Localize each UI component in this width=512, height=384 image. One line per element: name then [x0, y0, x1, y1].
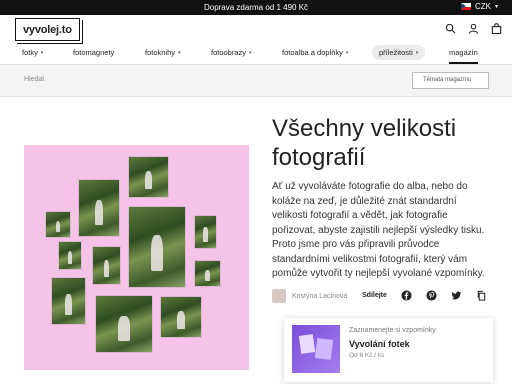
photo-thumbnail	[194, 260, 221, 287]
nav-item-label: fotoobrazy	[211, 48, 247, 57]
author[interactable]: Kristýna Lacinová	[272, 289, 347, 303]
product-promo-card[interactable]: Zaznamenejte si vzpomínky Vyvolání fotek…	[284, 318, 493, 382]
search-input[interactable]: Hledat	[24, 76, 44, 83]
share-bar: Sdílejte	[362, 290, 487, 301]
photo-thumbnail	[58, 241, 82, 270]
photo-thumbnail	[78, 179, 120, 237]
search-icon[interactable]	[445, 23, 456, 34]
article-description: Ať už vyvoláváte fotografie do alba, neb…	[272, 181, 485, 279]
photo-thumbnail	[92, 246, 121, 285]
photo-thumbnail	[128, 206, 186, 288]
nav-item-label: příležitosti	[379, 48, 413, 57]
nav-item-label: fotoknihy	[145, 48, 176, 57]
promo-price: Od 6 Kč / ks	[349, 352, 385, 359]
copy-link-icon[interactable]	[476, 290, 487, 301]
chevron-down-icon: ▾	[178, 49, 181, 56]
site-header: vyvolej.to	[0, 15, 512, 44]
chevron-down-icon: ▾	[494, 4, 498, 10]
pinterest-icon[interactable]	[426, 290, 437, 301]
facebook-icon[interactable]	[401, 290, 412, 301]
nav-item-fotky[interactable]: fotky ▾	[22, 48, 43, 57]
chevron-down-icon: ▾	[40, 49, 44, 56]
user-icon[interactable]	[468, 23, 479, 34]
magazine-subbar: Hledat Témata magazínu	[0, 65, 512, 97]
photo-thumbnail	[51, 277, 86, 325]
promo-title[interactable]: Vyvolání fotek	[349, 339, 410, 349]
nav-item-fotoknihy[interactable]: fotoknihy ▾	[145, 48, 181, 57]
avatar	[272, 289, 286, 303]
nav-item-fotomagnety[interactable]: fotomagnety	[73, 48, 114, 57]
photo-thumbnail	[45, 211, 71, 238]
nav-item-label: fotoalba a doplňky	[282, 48, 343, 57]
photo-thumbnail	[194, 215, 217, 249]
nav-item-magazin[interactable]: magazín	[449, 48, 478, 64]
nav-item-prilezitosti[interactable]: příležitosti ▾	[372, 45, 426, 60]
chevron-down-icon: ▾	[415, 49, 419, 56]
currency-selector[interactable]: CZK ▾	[460, 2, 498, 11]
nav-item-label: fotky	[22, 48, 38, 57]
promo-subtitle: Zaznamenejte si vzpomínky	[349, 327, 436, 334]
hero-image	[24, 145, 249, 370]
page-title: Všechny velikosti fotografií	[272, 115, 457, 171]
twitter-icon[interactable]	[451, 290, 462, 301]
czech-flag-icon	[460, 3, 471, 10]
currency-label: CZK	[474, 2, 491, 11]
chevron-down-icon: ▾	[345, 49, 349, 56]
nav-item-fotoalba[interactable]: fotoalba a doplňky ▾	[282, 48, 348, 57]
search-label: Hledat	[24, 76, 45, 83]
photo-thumbnail	[160, 296, 202, 338]
bag-icon[interactable]	[491, 23, 502, 34]
nav-item-fotoobrazy[interactable]: fotoobrazy ▾	[211, 48, 252, 57]
site-logo[interactable]: vyvolej.to	[15, 18, 83, 44]
promo-text: Doprava zdarma od 1 490 Kč	[203, 3, 309, 12]
promo-bar: Doprava zdarma od 1 490 Kč CZK ▾	[0, 0, 512, 15]
author-name: Kristýna Lacinová	[292, 292, 348, 300]
photo-thumbnail	[128, 156, 169, 198]
chevron-down-icon: ▾	[249, 49, 252, 56]
photo-thumbnail	[95, 295, 153, 353]
share-label: Sdílejte	[362, 292, 387, 299]
main-nav: fotky ▾ fotomagnety fotoknihy ▾ fotoobrazy…	[0, 43, 512, 65]
nav-item-label: magazín	[449, 48, 478, 57]
nav-item-label: fotomagnety	[73, 48, 115, 57]
topics-dropdown[interactable]: Témata magazínu	[412, 72, 489, 89]
product-image	[292, 325, 340, 373]
